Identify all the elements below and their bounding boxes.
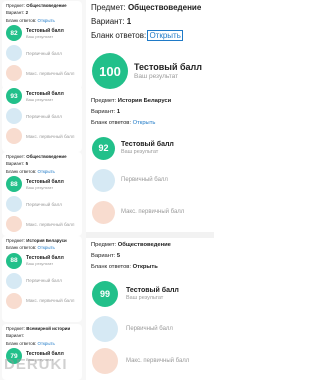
result-card: Предмет: История Беларуси Вариант: 1 Бла… [86,96,214,232]
test-score-row: 82 Тестовый балл Ваш результат [2,23,82,43]
max-score-circle [6,216,22,233]
subject-line: Предмет: Обществоведение [91,3,202,12]
variant-line: Вариант: 2 [6,10,29,16]
subject-line: Предмет: История Беларуси [91,98,172,104]
test-score-circle: 82 [6,25,22,42]
test-score-circle: 88 [6,176,22,193]
answer-sheet-line: Бланк ответов: Открыть [91,30,183,41]
open-answer-sheet-link[interactable]: Открыть [133,120,156,126]
primary-score-row: Первичный балл [86,164,214,196]
max-score-row: 60 Макс. первичный балл [86,196,214,228]
test-score-circle: 100 [92,53,128,89]
max-score-circle [6,292,22,309]
test-score-row: 99 Тестовый балл Ваш результат [86,276,214,312]
answer-sheet-line: Бланк ответов: Открыть [6,245,55,251]
left-screenshot-column: Предмет: Обществоведение Вариант: 2 Блан… [0,0,86,380]
result-card: Предмет: Обществоведение Вариант: 5 Блан… [86,238,214,380]
open-answer-sheet-link[interactable]: Открыть [133,264,158,270]
max-score-circle: 60 [6,128,22,144]
open-answer-sheet-link[interactable]: Открыть [38,169,55,174]
test-score-row: 88 Тестовый балл Ваш результат [2,174,82,194]
answer-sheet-line: Бланк ответов: Открыть [91,120,156,126]
answer-sheet-line: Бланк ответов: Открыть [6,17,55,23]
open-answer-sheet-link[interactable]: Открыть [38,245,55,250]
test-score-circle: 88 [6,252,22,269]
primary-score-circle [6,108,22,124]
max-score-circle [6,65,22,82]
test-score-row: 100 Тестовый балл Ваш результат [86,53,214,89]
test-score-circle: 92 [92,136,115,160]
primary-score-circle [6,196,22,213]
test-score-circle: 93 [6,88,22,104]
primary-score-row: Первичный балл [2,43,82,63]
primary-score-row: Первичный балл [2,194,82,214]
primary-score-circle [92,168,115,192]
subject-line: Предмет: Обществоведение [6,154,67,159]
test-score-row: 88 Тестовый балл Ваш результат [2,251,82,271]
open-answer-sheet-link[interactable]: Открыть [147,30,183,41]
subject-line: Предмет: Обществоведение [6,3,67,8]
variant-line: Вариант: [6,333,25,339]
max-score-circle: 60 [92,200,115,224]
max-score-row: Макс. первичный балл [2,63,82,83]
answer-sheet-line: Бланк ответов: Открыть [6,340,55,346]
primary-score-circle [92,316,118,342]
primary-score-row: Первичный балл [86,312,214,346]
right-screenshot-column: Предмет: Обществоведение Вариант: 1 Блан… [86,0,214,380]
test-score-row: 93 Тестовый балл Ваш результат [2,86,82,106]
open-answer-sheet-link[interactable]: Открыть [38,341,55,346]
variant-line: Вариант: 5 [6,161,29,167]
max-score-row: 60 Макс. первичный балл [86,346,214,376]
result-card: Предмет: Обществоведение Вариант: 2 Блан… [2,1,82,89]
open-answer-sheet-link[interactable]: Открыть [38,18,55,23]
max-score-row: Макс. первичный балл [2,214,82,234]
primary-score-circle [6,272,22,289]
primary-score-circle [6,45,22,62]
test-score-row: 92 Тестовый балл Ваш результат [86,132,214,164]
max-score-row: Макс. первичный балл [2,291,82,311]
watermark-text: DERUKI [4,356,68,373]
result-card: Предмет: Обществоведение Вариант: 1 Блан… [86,0,214,96]
result-card: 93 Тестовый балл Ваш результат Первичный … [2,86,82,152]
variant-line: Вариант: 1 [91,17,132,26]
answer-sheet-line: Бланк ответов: Открыть [6,168,55,174]
variant-line: Вариант: 1 [91,109,121,115]
subject-line: Предмет: Всемирной истории [6,326,71,331]
answer-sheet-line: Бланк ответов: Открыть [91,264,158,270]
test-score-circle: 99 [92,281,118,307]
result-card: Предмет: Обществоведение Вариант: 5 Блан… [2,152,82,236]
variant-line: Вариант: 5 [91,253,121,259]
result-card: Предмет: История Беларуси Бланк ответов:… [2,236,82,322]
max-score-row: 60 Макс. первичный балл [2,126,82,146]
max-score-circle: 60 [92,348,118,374]
primary-score-row: Первичный балл [2,271,82,291]
subject-line: Предмет: История Беларуси [6,238,67,243]
subject-line: Предмет: Обществоведение [91,242,171,248]
primary-score-row: Первичный балл [2,106,82,126]
